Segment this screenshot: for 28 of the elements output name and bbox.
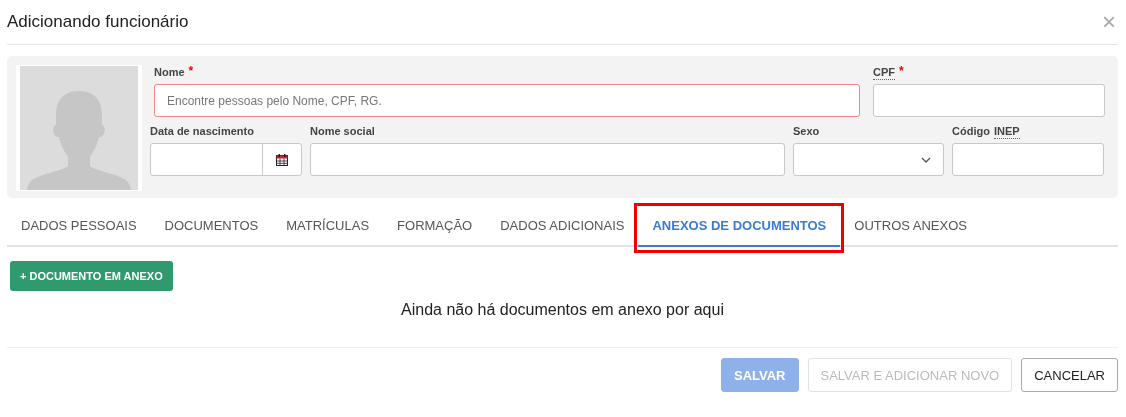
empty-message: Ainda não há documentos em anexo por aqui <box>400 301 725 319</box>
text-field[interactable] <box>310 143 785 176</box>
tab[interactable]: OUTROS ANEXOS <box>840 205 981 247</box>
field-label: CPF <box>873 66 895 80</box>
chevron-down-icon <box>921 156 931 163</box>
tab[interactable]: DOCUMENTOS <box>150 205 273 247</box>
tab[interactable]: DADOS PESSOAIS <box>7 205 151 247</box>
field-label: Data de nascimento <box>150 125 254 138</box>
tab[interactable]: MATRÍCULAS <box>272 205 384 247</box>
field-label: Sexo <box>793 125 820 138</box>
tab[interactable]: FORMAÇÃO <box>383 205 487 247</box>
field-label: Nome social <box>310 125 375 138</box>
tab[interactable]: DADOS ADICIONAIS <box>486 205 639 247</box>
text-field[interactable]: Encontre pessoas pelo Nome, CPF, RG. <box>154 84 860 117</box>
date-field[interactable] <box>150 143 302 176</box>
footer-button[interactable]: CANCELAR <box>1021 358 1118 392</box>
text-field[interactable] <box>952 143 1104 176</box>
dialog-title: Adicionando funcionário <box>7 12 189 32</box>
add-document-button[interactable]: + DOCUMENTO EM ANEXO <box>10 261 173 291</box>
field-label: INEP <box>993 125 1020 139</box>
required-mark: * <box>188 66 194 76</box>
text-field[interactable] <box>873 84 1105 117</box>
calendar-icon <box>276 153 288 166</box>
required-mark: * <box>899 66 904 76</box>
tab[interactable]: ANEXOS DE DOCUMENTOS <box>638 205 841 247</box>
select-field[interactable] <box>793 143 944 176</box>
field-label: Código <box>952 125 990 138</box>
field-label: Nome <box>154 66 185 79</box>
